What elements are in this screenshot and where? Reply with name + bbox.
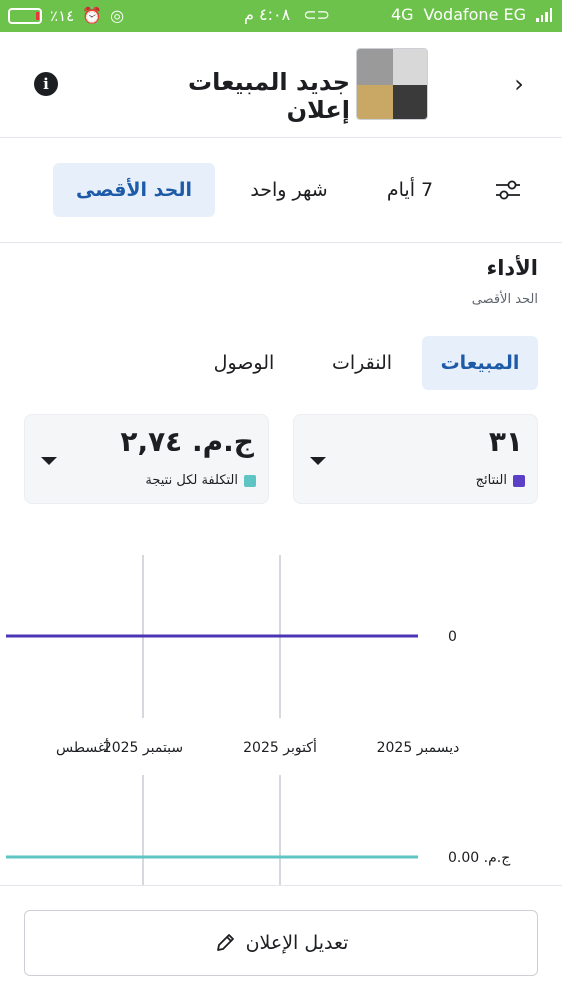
results-chart: 0 أغسطس سبتمبر 2025 أكتوبر 2025 ديسمبر 2… xyxy=(0,540,562,760)
edit-ad-button[interactable]: تعديل الإعلان xyxy=(24,910,538,976)
edit-ad-label: تعديل الإعلان xyxy=(245,932,349,954)
results-label: النتائج xyxy=(475,473,507,488)
ad-header: i جديد المبيعات إعلان › xyxy=(0,32,562,138)
filter-one-month[interactable]: شهر واحد xyxy=(236,163,342,217)
battery-percent: ٪١٤ xyxy=(50,6,75,25)
cost-chart: ج.م. 0.00 xyxy=(0,775,562,885)
ad-thumbnail xyxy=(356,48,428,120)
clock: ٤:٠٨ م xyxy=(244,5,291,24)
x-tick-august: أغسطس xyxy=(56,738,109,756)
chevron-right-icon[interactable]: › xyxy=(504,70,534,100)
cost-swatch xyxy=(244,474,256,487)
status-bar: ٪١٤ ⏰ ◎ ٤:٠٨ م ⊂⊃ 4G Vodafone EG xyxy=(0,0,562,32)
network-type: 4G xyxy=(390,5,414,24)
x-tick-october: أكتوبر 2025 xyxy=(243,738,317,756)
y-tick-label: 0 xyxy=(448,629,457,645)
results-swatch xyxy=(513,474,525,487)
caret-down-icon[interactable] xyxy=(310,457,326,465)
performance-subtitle: الحد الأقصى xyxy=(471,292,538,307)
cost-per-result-value: ج.م. ٢,٧٤ xyxy=(120,425,254,458)
caret-down-icon[interactable] xyxy=(41,457,57,465)
date-filter-row: الحد الأقصى شهر واحد 7 أيام xyxy=(0,139,562,243)
filter-sliders-icon[interactable] xyxy=(494,177,522,203)
filter-maximum[interactable]: الحد الأقصى xyxy=(53,163,215,217)
battery-icon xyxy=(8,7,42,24)
data-saver-icon: ◎ xyxy=(110,6,125,25)
tab-clicks[interactable]: النقرات xyxy=(316,336,408,390)
tab-reach[interactable]: الوصول xyxy=(196,336,292,390)
results-card[interactable]: ٣١ النتائج xyxy=(293,414,538,504)
alarm-icon: ⏰ xyxy=(82,6,103,25)
results-value: ٣١ xyxy=(488,425,523,458)
x-tick-december: ديسمبر 2025 xyxy=(377,740,460,756)
filter-seven-days[interactable]: 7 أيام xyxy=(370,163,450,217)
cost-chart-svg: ج.م. 0.00 xyxy=(6,775,511,885)
ad-title: جديد المبيعات إعلان xyxy=(188,68,350,124)
signal-icon xyxy=(536,7,552,22)
cost-per-result-legend: التكلفة لكل نتيجة xyxy=(145,473,256,488)
results-legend: النتائج xyxy=(476,473,525,488)
info-icon[interactable]: i xyxy=(34,72,58,96)
y-tick-label: ج.م. 0.00 xyxy=(448,850,511,866)
tab-sales[interactable]: المبيعات xyxy=(422,336,538,390)
link-icon: ⊂⊃ xyxy=(303,5,331,24)
carrier-name: Vodafone EG xyxy=(423,5,526,24)
pencil-icon xyxy=(216,934,234,951)
bottom-divider xyxy=(0,885,562,886)
cost-per-result-label: التكلفة لكل نتيجة xyxy=(145,473,238,488)
x-tick-september: سبتمبر 2025 xyxy=(103,740,183,756)
results-chart-svg: 0 أغسطس سبتمبر 2025 أكتوبر 2025 ديسمبر 2… xyxy=(6,555,460,756)
performance-title: الأداء xyxy=(486,256,538,280)
cost-per-result-card[interactable]: ج.م. ٢,٧٤ التكلفة لكل نتيجة xyxy=(24,414,269,504)
